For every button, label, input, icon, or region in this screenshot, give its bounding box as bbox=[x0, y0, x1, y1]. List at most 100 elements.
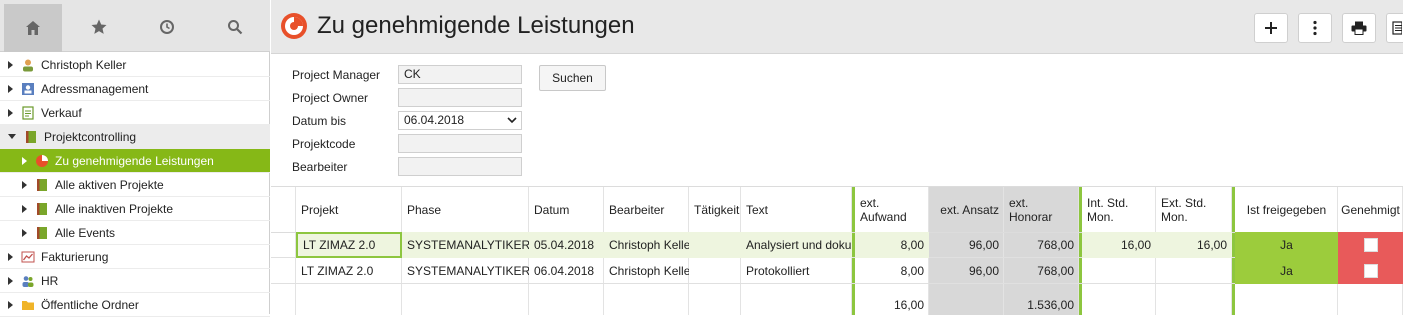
cell-int-std[interactable] bbox=[1082, 258, 1156, 284]
sidebar-item-label: HR bbox=[41, 273, 59, 288]
cell-taetigkeit[interactable] bbox=[689, 232, 741, 258]
expand-caret-icon[interactable] bbox=[8, 84, 13, 93]
editor-field[interactable] bbox=[398, 157, 522, 176]
header-ext-ansatz[interactable]: ext. Ansatz bbox=[929, 187, 1004, 232]
expand-caret-icon[interactable] bbox=[22, 156, 27, 165]
sidebar-item-projektcontrolling[interactable]: Projektcontrolling bbox=[0, 125, 270, 149]
cell-ext-aufwand[interactable]: 8,00 bbox=[855, 232, 929, 258]
list-icon bbox=[1391, 21, 1402, 35]
cell-text[interactable]: Analysiert und doku... bbox=[741, 232, 852, 258]
sidebar-item-label: Alle inaktiven Projekte bbox=[55, 201, 174, 216]
sales-document-icon bbox=[22, 105, 34, 120]
date-until-label: Datum bis bbox=[292, 114, 347, 128]
project-code-field[interactable] bbox=[398, 134, 522, 153]
cell-phase[interactable]: SYSTEMANALYTIKER bbox=[402, 232, 529, 258]
header-datum[interactable]: Datum bbox=[529, 187, 604, 232]
sidebar-item-fakturierung[interactable]: Fakturierung bbox=[0, 245, 270, 269]
header-ext-std[interactable]: Ext. Std. Mon. bbox=[1156, 187, 1232, 232]
cell-freigegeben[interactable]: Ja bbox=[1235, 232, 1338, 258]
sidebar-item-alle-inaktiven-projekte[interactable]: Alle inaktiven Projekte bbox=[0, 197, 270, 221]
cell-ext-std[interactable]: 16,00 bbox=[1156, 232, 1232, 258]
expand-caret-icon[interactable] bbox=[22, 180, 27, 189]
more-options-button[interactable] bbox=[1298, 13, 1332, 43]
home-button[interactable] bbox=[4, 4, 62, 52]
sidebar-item-label: Alle aktiven Projekte bbox=[55, 177, 164, 192]
sidebar-item-christoph-keller[interactable]: Christoph Keller bbox=[0, 53, 270, 77]
header-projekt[interactable]: Projekt bbox=[296, 187, 402, 232]
sidebar-item-label: Fakturierung bbox=[41, 249, 109, 264]
sidebar-item-alle-aktiven-projekte[interactable]: Alle aktiven Projekte bbox=[0, 173, 270, 197]
cell-datum[interactable]: 05.04.2018 bbox=[529, 232, 604, 258]
date-until-value: 06.04.2018 bbox=[404, 113, 465, 127]
cell-text[interactable]: Protokolliert bbox=[741, 258, 852, 284]
print-button[interactable] bbox=[1342, 13, 1376, 43]
printer-icon bbox=[1351, 21, 1367, 35]
expand-caret-icon[interactable] bbox=[8, 276, 13, 285]
cell-ext-aufwand[interactable]: 8,00 bbox=[855, 258, 929, 284]
header-ext-honorar[interactable]: ext. Honorar bbox=[1004, 187, 1079, 232]
cell-freigegeben[interactable]: Ja bbox=[1235, 258, 1338, 284]
header-taetigkeit[interactable]: Tätigkeit bbox=[689, 187, 741, 232]
cell-int-std[interactable]: 16,00 bbox=[1082, 232, 1156, 258]
search-submit-button[interactable]: Suchen bbox=[539, 65, 606, 91]
sidebar-item-hr[interactable]: HR bbox=[0, 269, 270, 293]
header-ext-aufwand[interactable]: ext. Aufwand bbox=[855, 187, 929, 232]
total-ext-aufwand: 16,00 bbox=[893, 297, 924, 312]
project-book-icon bbox=[37, 202, 47, 215]
cell-bearbeiter[interactable]: Christoph Keller bbox=[604, 258, 689, 284]
header-int-std[interactable]: Int. Std. Mon. bbox=[1082, 187, 1156, 232]
sidebar-item-label: Öffentliche Ordner bbox=[41, 297, 139, 312]
total-ext-honorar: 1.536,00 bbox=[1027, 297, 1074, 312]
cell-genehmigt[interactable] bbox=[1338, 258, 1403, 284]
expand-caret-icon[interactable] bbox=[8, 300, 13, 309]
project-book-icon bbox=[26, 130, 36, 143]
sidebar-item-label: Verkauf bbox=[41, 105, 82, 120]
list-view-button[interactable] bbox=[1386, 13, 1403, 43]
favorites-button[interactable] bbox=[70, 4, 128, 50]
approve-checkbox[interactable] bbox=[1363, 264, 1378, 278]
date-until-select[interactable]: 06.04.2018 bbox=[398, 111, 522, 130]
cell-projekt[interactable]: LT ZIMAZ 2.0 bbox=[296, 232, 402, 258]
header-phase[interactable]: Phase bbox=[402, 187, 529, 232]
header-text[interactable]: Text bbox=[741, 187, 852, 232]
sidebar-item-verkauf[interactable]: Verkauf bbox=[0, 101, 270, 125]
address-book-icon bbox=[22, 82, 34, 95]
cell-taetigkeit[interactable] bbox=[689, 258, 741, 284]
header-bearbeiter[interactable]: Bearbeiter bbox=[604, 187, 689, 232]
cell-phase[interactable]: SYSTEMANALYTIKER bbox=[402, 258, 529, 284]
home-icon bbox=[26, 21, 40, 35]
expand-caret-icon[interactable] bbox=[8, 108, 13, 117]
cell-datum[interactable]: 06.04.2018 bbox=[529, 258, 604, 284]
user-icon bbox=[23, 59, 33, 71]
expand-caret-icon[interactable] bbox=[22, 204, 27, 213]
cell-projekt[interactable]: LT ZIMAZ 2.0 bbox=[296, 258, 402, 284]
search-button[interactable] bbox=[206, 4, 264, 50]
cell-ext-std[interactable] bbox=[1156, 258, 1232, 284]
sidebar-item-adressmanagement[interactable]: Adressmanagement bbox=[0, 77, 270, 101]
cell-genehmigt[interactable] bbox=[1338, 232, 1403, 258]
page-title: Zu genehmigende Leistungen bbox=[317, 12, 635, 39]
page-header: Zu genehmigende Leistungen bbox=[271, 0, 1403, 54]
header-freigegeben[interactable]: Ist freigegeben bbox=[1235, 187, 1338, 232]
add-button[interactable] bbox=[1254, 13, 1288, 43]
sidebar-item-label: Christoph Keller bbox=[41, 57, 127, 72]
expand-caret-icon[interactable] bbox=[22, 228, 27, 237]
collapse-caret-icon[interactable] bbox=[8, 134, 16, 139]
chevron-down-icon[interactable] bbox=[507, 117, 517, 124]
project-manager-field[interactable]: CK bbox=[398, 65, 522, 84]
expand-caret-icon[interactable] bbox=[8, 60, 13, 69]
table-row[interactable]: LT ZIMAZ 2.0 SYSTEMANALYTIKER 06.04.2018… bbox=[271, 258, 1403, 284]
header-genehmigt[interactable]: Genehmigt bbox=[1338, 187, 1403, 232]
sidebar-item-zu-genehmigende-leistungen[interactable]: Zu genehmigende Leistungen bbox=[0, 149, 270, 173]
approve-checkbox[interactable] bbox=[1363, 238, 1378, 252]
cell-ext-ansatz: 96,00 bbox=[968, 264, 999, 278]
expand-caret-icon[interactable] bbox=[8, 252, 13, 261]
sidebar-item-alle-events[interactable]: Alle Events bbox=[0, 221, 270, 245]
clock-icon bbox=[160, 20, 174, 34]
sidebar-item-oeffentliche-ordner[interactable]: Öffentliche Ordner bbox=[0, 293, 270, 317]
project-owner-field[interactable] bbox=[398, 88, 522, 107]
cell-ext-honorar: 768,00 bbox=[1037, 264, 1074, 278]
table-row[interactable]: LT ZIMAZ 2.0 SYSTEMANALYTIKER 05.04.2018… bbox=[271, 232, 1403, 258]
recent-button[interactable] bbox=[138, 4, 196, 50]
cell-bearbeiter[interactable]: Christoph Keller bbox=[604, 232, 689, 258]
